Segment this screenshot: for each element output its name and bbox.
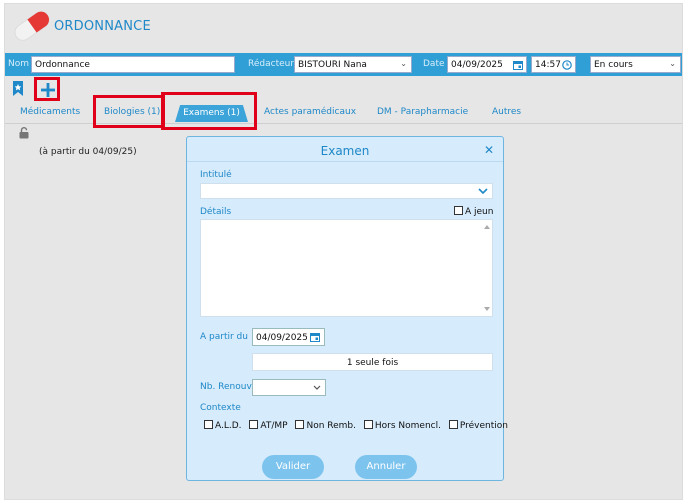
renouv-label: Nb. Renouv. xyxy=(200,382,254,392)
tab-autres[interactable]: Autres xyxy=(492,107,521,117)
redacteur-value: BISTOURI Nana xyxy=(298,60,367,70)
intitule-select[interactable] xyxy=(200,183,493,199)
renouv-select[interactable] xyxy=(252,379,326,396)
contexte-atmp-label: AT/MP xyxy=(260,421,288,431)
a-jeun-checkbox[interactable]: A jeun xyxy=(454,206,493,217)
a-jeun-box[interactable] xyxy=(454,206,463,215)
clock-icon[interactable] xyxy=(562,60,572,70)
a-partir-value: 04/09/2025 xyxy=(256,333,308,343)
contexte-label: Contexte xyxy=(200,403,241,413)
date-value: 04/09/2025 xyxy=(451,60,503,70)
examen-dialog: Examen ✕ Intitulé Détails A jeun A parti… xyxy=(186,136,508,481)
redacteur-select[interactable]: BISTOURI Nana ⌄ xyxy=(294,56,412,73)
details-scrollbar[interactable] xyxy=(482,220,492,316)
tab-actes-paramedicaux[interactable]: Actes paramédicaux xyxy=(264,107,356,117)
chevron-down-icon xyxy=(478,188,488,195)
tab-dm-parapharmacie[interactable]: DM - Parapharmacie xyxy=(377,107,468,117)
contexte-atmp-checkbox[interactable]: AT/MP xyxy=(249,420,288,431)
redacteur-label: Rédacteur xyxy=(248,59,295,69)
bookmark-icon[interactable] xyxy=(12,81,24,96)
valider-button[interactable]: Valider xyxy=(262,455,324,479)
a-partir-date-input[interactable]: 04/09/2025 xyxy=(252,328,325,346)
checkbox-box[interactable] xyxy=(295,420,305,429)
calendar-icon[interactable] xyxy=(310,332,320,342)
dialog-title: Examen xyxy=(320,144,370,158)
a-jeun-label: A jeun xyxy=(465,207,494,217)
page-title: ORDONNANCE xyxy=(54,19,151,34)
annuler-button[interactable]: Annuler xyxy=(355,455,417,479)
prescription-start-text: (à partir du 04/09/25) xyxy=(39,147,137,157)
contexte-ald-label: A.L.D. xyxy=(215,421,242,431)
contexte-prevention-checkbox[interactable]: Prévention xyxy=(448,420,508,431)
nom-input[interactable]: Ordonnance xyxy=(31,56,235,73)
prescription-page: ORDONNANCE Nom Ordonnance Rédacteur BIST… xyxy=(4,3,683,500)
details-label: Détails xyxy=(200,207,232,217)
scroll-down-arrow[interactable] xyxy=(484,307,490,311)
tab-medicaments[interactable]: Médicaments xyxy=(20,107,80,117)
frequency-field[interactable]: 1 seule fois xyxy=(252,353,493,371)
contexte-non-remb-checkbox[interactable]: Non Remb. xyxy=(295,420,356,431)
nom-value: Ordonnance xyxy=(35,60,90,70)
pill-icon xyxy=(14,11,50,41)
intitule-label: Intitulé xyxy=(200,170,232,180)
checkbox-box[interactable] xyxy=(363,420,373,429)
close-icon[interactable]: ✕ xyxy=(484,143,494,157)
frequency-value: 1 seule fois xyxy=(346,358,399,368)
contexte-ald-checkbox[interactable]: A.L.D. xyxy=(204,420,242,431)
a-partir-label: A partir du xyxy=(200,332,248,342)
chevron-down-icon: ⌄ xyxy=(400,59,407,68)
calendar-icon[interactable] xyxy=(513,60,523,70)
checkbox-box[interactable] xyxy=(448,420,458,429)
header: ORDONNANCE xyxy=(5,4,682,52)
checkbox-box[interactable] xyxy=(249,420,259,429)
status-value: En cours xyxy=(594,60,633,70)
chevron-down-icon xyxy=(313,385,321,390)
contexte-hors-nomencl-checkbox[interactable]: Hors Nomencl. xyxy=(363,420,441,431)
contexte-options: A.L.D. AT/MP Non Remb. Hors Nomencl. Pré… xyxy=(204,420,513,431)
date-label: Date xyxy=(423,59,445,69)
scroll-up-arrow[interactable] xyxy=(484,225,490,229)
status-select[interactable]: En cours ⌄ xyxy=(590,56,681,73)
highlight-examens xyxy=(161,92,257,130)
contexte-non-remb-label: Non Remb. xyxy=(306,421,356,431)
date-input[interactable]: 04/09/2025 xyxy=(447,56,527,73)
checkbox-box[interactable] xyxy=(204,420,213,429)
chevron-down-icon: ⌄ xyxy=(669,59,676,68)
contexte-prevention-label: Prévention xyxy=(459,421,508,431)
plus-icon xyxy=(41,83,55,97)
highlight-biologies xyxy=(93,95,165,128)
add-item-button[interactable] xyxy=(34,77,60,101)
time-value: 14:57 xyxy=(535,60,561,70)
nom-label: Nom xyxy=(8,59,30,69)
time-input[interactable]: 14:57 xyxy=(531,56,576,73)
contexte-hors-nomencl-label: Hors Nomencl. xyxy=(374,421,441,431)
unlock-icon[interactable] xyxy=(19,127,29,139)
prescription-info-bar: Nom Ordonnance Rédacteur BISTOURI Nana ⌄… xyxy=(5,53,682,76)
details-textarea[interactable] xyxy=(200,219,493,317)
dialog-divider xyxy=(187,161,503,162)
